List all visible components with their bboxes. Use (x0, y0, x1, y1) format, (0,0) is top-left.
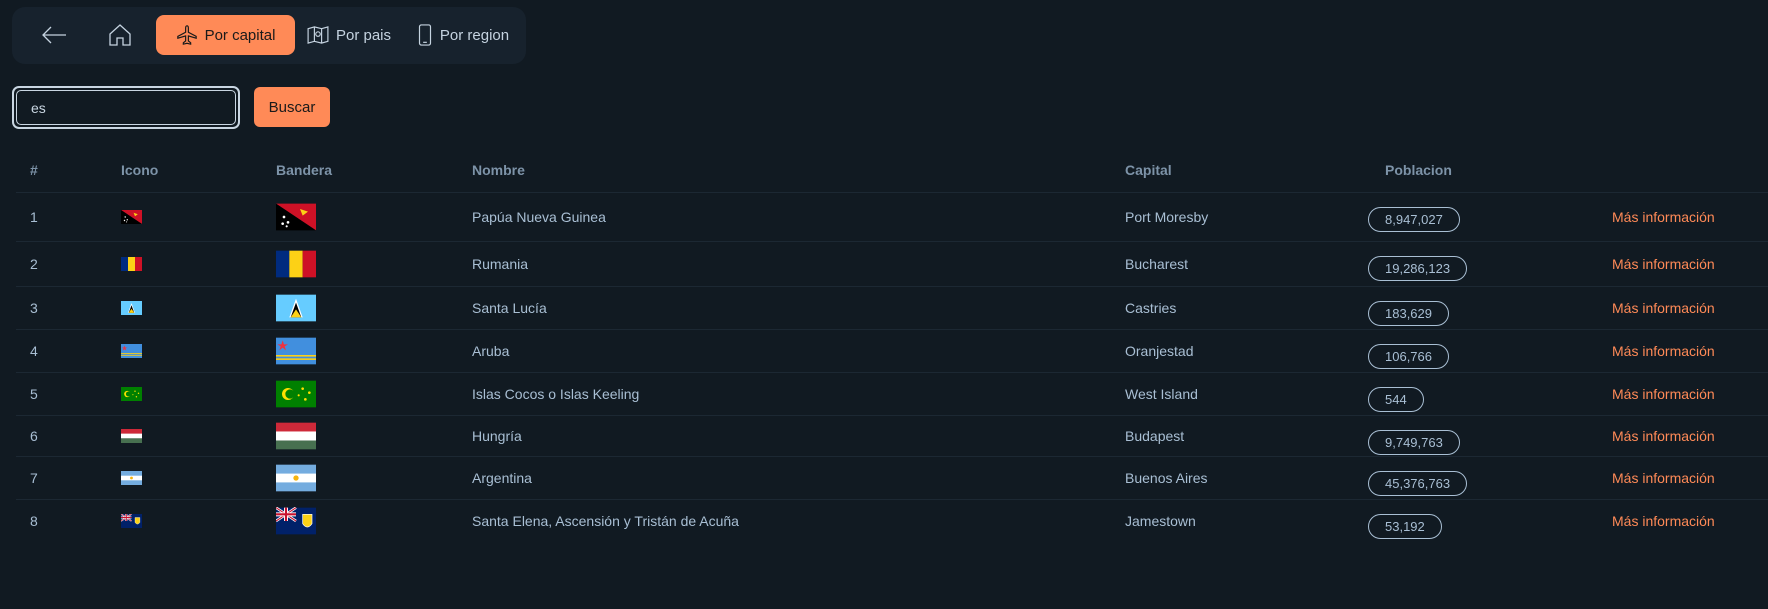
search-field-wrapper (12, 86, 240, 129)
argentina-icon (121, 471, 142, 485)
row-number: 4 (30, 343, 38, 359)
tab-por-pais[interactable]: Por pais (299, 15, 399, 55)
row-number: 6 (30, 428, 38, 444)
population-badge: 53,192 (1368, 514, 1442, 539)
country-capital: Castries (1125, 300, 1177, 316)
table-row: 5 Islas Cocos o Islas Keeling West Island 5… (16, 372, 1768, 415)
country-name: Santa Elena, Ascensión y Tristán de Acuñ… (472, 513, 739, 529)
more-info-link[interactable]: Más información (1612, 513, 1715, 529)
home-icon (109, 24, 131, 46)
country-name: Santa Lucía (472, 300, 547, 316)
population-badge: 106,766 (1368, 344, 1449, 369)
romania-icon (121, 257, 142, 271)
table-row: 2 Rumania Bucharest 19,286,123 Más informaci… (16, 241, 1768, 286)
hungary-flag (276, 422, 316, 450)
back-button[interactable] (28, 15, 80, 55)
tab-por-capital[interactable]: Por capital (156, 15, 295, 55)
search-input[interactable] (16, 90, 236, 125)
header-flag: Bandera (276, 162, 333, 178)
more-info-link[interactable]: Más información (1612, 470, 1715, 486)
more-info-link[interactable]: Más información (1612, 256, 1715, 272)
header-number: # (30, 162, 38, 178)
papua-new-guinea-icon (121, 210, 142, 224)
papua-new-guinea-flag (276, 203, 316, 231)
hungary-icon (121, 429, 142, 443)
map-icon (307, 26, 329, 44)
more-info-link[interactable]: Más información (1612, 343, 1715, 359)
row-number: 7 (30, 470, 38, 486)
table-body: 1 Papúa Nueva Guinea Port Moresby 8,947,027… (16, 192, 1768, 542)
country-name: Islas Cocos o Islas Keeling (472, 386, 640, 402)
country-capital: Port Moresby (1125, 209, 1209, 225)
population-badge: 183,629 (1368, 301, 1449, 326)
tab-por-region[interactable]: Por region (408, 15, 518, 55)
country-capital: Buenos Aires (1125, 470, 1208, 486)
romania-flag (276, 250, 316, 278)
more-info-link[interactable]: Más información (1612, 386, 1715, 402)
table-row: 6 Hungría Budapest 9,749,763 Más información (16, 415, 1768, 456)
search-button[interactable]: Buscar (254, 87, 330, 127)
country-capital: Budapest (1125, 428, 1185, 444)
table-header: # Icono Bandera Nombre Capital Poblacion (16, 150, 1768, 192)
plane-icon (176, 25, 197, 45)
population-badge: 9,749,763 (1368, 430, 1460, 455)
country-capital: Oranjestad (1125, 343, 1194, 359)
saint-lucia-flag (276, 294, 316, 322)
country-name: Rumania (472, 256, 529, 272)
more-info-link[interactable]: Más información (1612, 209, 1715, 225)
country-name: Hungría (472, 428, 522, 444)
header-capital: Capital (1125, 162, 1172, 178)
phone-icon (418, 24, 431, 46)
header-population: Poblacion (1385, 162, 1452, 178)
country-name: Aruba (472, 343, 510, 359)
home-button[interactable] (94, 15, 146, 55)
country-capital: West Island (1125, 386, 1198, 402)
table-row: 8 Santa Elena, Ascensión y Tristán de Acu… (16, 499, 1768, 542)
population-badge: 544 (1368, 387, 1424, 412)
table-row: 4 Aruba Oranjestad 106,766 Más información (16, 329, 1768, 372)
tab-label: Por pais (335, 26, 392, 44)
tab-label: Por capital (204, 26, 276, 44)
country-capital: Bucharest (1125, 256, 1189, 272)
saint-helena-icon (121, 514, 142, 528)
saint-lucia-icon (121, 301, 142, 315)
aruba-icon (121, 344, 142, 358)
tab-label: Por region (439, 26, 510, 44)
top-nav: Por capital Por pais Por region (12, 7, 526, 64)
population-badge: 45,376,763 (1368, 471, 1468, 496)
arrow-left-icon (42, 26, 66, 44)
table-row: 3 Santa Lucía Castries 183,629 Más informaci… (16, 286, 1768, 329)
header-icon: Icono (121, 162, 159, 178)
row-number: 8 (30, 513, 38, 529)
cocos-islands-icon (121, 387, 142, 401)
aruba-flag (276, 337, 316, 365)
population-badge: 19,286,123 (1368, 256, 1468, 281)
country-name: Papúa Nueva Guinea (472, 209, 606, 225)
countries-table: # Icono Bandera Nombre Capital Poblacion… (16, 150, 1768, 542)
header-name: Nombre (472, 162, 525, 178)
argentina-flag (276, 464, 316, 492)
row-number: 5 (30, 386, 38, 402)
country-capital: Jamestown (1125, 513, 1196, 529)
row-number: 3 (30, 300, 38, 316)
country-name: Argentina (472, 470, 532, 486)
row-number: 2 (30, 256, 38, 272)
more-info-link[interactable]: Más información (1612, 428, 1715, 444)
population-badge: 8,947,027 (1368, 207, 1460, 232)
more-info-link[interactable]: Más información (1612, 300, 1715, 316)
table-row: 1 Papúa Nueva Guinea Port Moresby 8,947,027… (16, 192, 1768, 241)
saint-helena-flag (276, 507, 316, 535)
table-row: 7 Argentina Buenos Aires 45,376,763 Más info… (16, 456, 1768, 499)
cocos-islands-flag (276, 380, 316, 408)
row-number: 1 (30, 209, 38, 225)
